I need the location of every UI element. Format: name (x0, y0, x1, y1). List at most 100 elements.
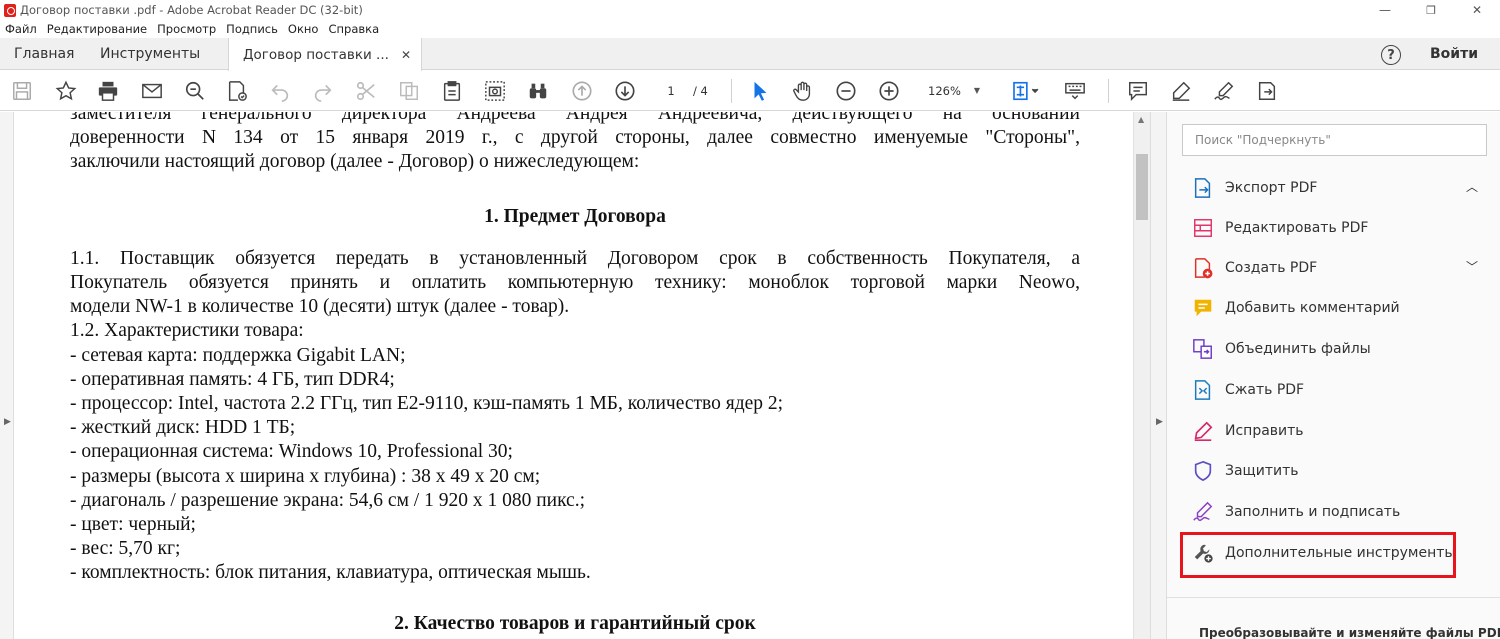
tab-document-label: Договор поставки ... (243, 46, 389, 63)
tool-add-comment[interactable]: Добавить комментарий (1181, 291, 1481, 325)
scroll-up-icon[interactable]: ▲ (1138, 115, 1144, 124)
snapshot-icon[interactable] (483, 79, 507, 103)
collapse-right-icon: ▶ (1156, 417, 1163, 427)
doc-spacer (70, 586, 1080, 612)
tools-promo-text: Преобразовывайте и изменяйте файлы PDF (1199, 626, 1500, 639)
tools-divider (1167, 597, 1500, 598)
tools-search-input[interactable]: Поиск "Подчеркнуть" (1182, 124, 1487, 156)
email-icon[interactable] (140, 79, 164, 103)
menu-sign[interactable]: Подпись (221, 22, 283, 36)
certificate-icon[interactable] (225, 79, 249, 103)
doc-line: 1.2. Характеристики товара: (70, 320, 304, 342)
doc-line: доверенности N 134 от 15 января 2019 г.,… (70, 127, 1080, 149)
hand-icon[interactable] (791, 79, 815, 103)
undo-icon[interactable] (268, 79, 292, 103)
highlight-box (1180, 532, 1456, 578)
shield-icon (1191, 459, 1215, 483)
menu-file[interactable]: Файл (0, 22, 42, 36)
tab-close-icon[interactable]: ✕ (401, 48, 411, 62)
share-icon[interactable] (1255, 79, 1279, 103)
keyboard-icon[interactable] (1063, 79, 1087, 103)
tool-label: Исправить (1225, 423, 1304, 439)
create-pdf-icon (1191, 256, 1215, 280)
zoom-in-icon[interactable] (877, 79, 901, 103)
tab-document[interactable]: Договор поставки ... ✕ (228, 38, 422, 71)
comment-icon[interactable] (1126, 79, 1150, 103)
next-page-icon[interactable] (613, 79, 637, 103)
doc-line: 1.1. Поставщик обязуется передать в уста… (70, 247, 1080, 269)
page-total: / 4 (693, 84, 708, 98)
page-number-input[interactable]: 1 (658, 82, 684, 100)
tab-tools[interactable]: Инструменты (100, 38, 200, 70)
toolbar-separator (1108, 79, 1109, 103)
doc-line: заместителя генерального директора Андре… (70, 112, 1080, 124)
document-view[interactable]: заместителя генерального директора Андре… (14, 112, 1133, 639)
left-panel-toggle[interactable]: ▶ (0, 112, 14, 639)
tool-label: Объединить файлы (1225, 341, 1371, 357)
sign-pen-icon[interactable] (1212, 79, 1236, 103)
doc-spacer (70, 229, 1080, 247)
tool-label: Редактировать PDF (1225, 220, 1369, 236)
title-bar: Договор поставки .pdf - Adobe Acrobat Re… (0, 0, 1500, 20)
doc-line: заключили настоящий договор (далее - Дог… (70, 151, 640, 173)
tool-protect[interactable]: Защитить (1181, 454, 1481, 488)
scroll-thumb[interactable] (1136, 154, 1148, 220)
doc-line: - диагональ / разрешение экрана: 54,6 см… (70, 489, 586, 511)
document-page: заместителя генерального директора Андре… (70, 112, 1080, 636)
help-icon[interactable]: ? (1381, 45, 1401, 65)
right-panel-toggle[interactable]: ▶ (1150, 112, 1167, 639)
zoom-out-icon[interactable] (834, 79, 858, 103)
tool-fill-sign[interactable]: Заполнить и подписать (1181, 495, 1481, 529)
chevron-up-icon[interactable]: ︿ (1466, 178, 1478, 195)
doc-line: - цвет: черный; (70, 514, 196, 536)
minimize-button[interactable]: — (1362, 0, 1408, 20)
tool-export-pdf[interactable]: Экспорт PDF (1181, 171, 1481, 205)
edit-pdf-icon (1191, 216, 1215, 240)
paste-icon[interactable] (440, 79, 464, 103)
doc-line: - операционная система: Windows 10, Prof… (70, 441, 513, 463)
fit-page-icon[interactable] (1007, 79, 1043, 103)
tab-bar: Главная Инструменты Договор поставки ...… (0, 38, 1500, 71)
highlight-pen-icon[interactable] (1169, 79, 1193, 103)
tool-edit-pdf[interactable]: Редактировать PDF (1181, 211, 1481, 245)
tool-label: Заполнить и подписать (1225, 504, 1401, 520)
tool-fix[interactable]: Исправить (1181, 414, 1481, 448)
menu-window[interactable]: Окно (283, 22, 324, 36)
prev-page-icon[interactable] (570, 79, 594, 103)
select-pointer-icon[interactable] (748, 79, 772, 103)
doc-line: - сетевая карта: поддержка Gigabit LAN; (70, 344, 406, 366)
tool-create-pdf[interactable]: Создать PDF (1181, 251, 1481, 285)
fill-sign-icon (1191, 500, 1215, 524)
comment-add-icon (1191, 296, 1215, 320)
menu-help[interactable]: Справка (323, 22, 384, 36)
doc-line: - вес: 5,70 кг; (70, 538, 181, 560)
acrobat-window: Договор поставки .pdf - Adobe Acrobat Re… (0, 0, 1500, 639)
tool-combine-files[interactable]: Объединить файлы (1181, 332, 1481, 366)
save-icon[interactable] (10, 79, 34, 103)
tool-label: Защитить (1225, 463, 1299, 479)
print-icon[interactable] (96, 79, 120, 103)
doc-line: модели NW-1 в количестве 10 (десяти) шту… (70, 296, 570, 318)
maximize-button[interactable]: ❐ (1408, 0, 1454, 20)
doc-line: - комплектность: блок питания, клавиатур… (70, 562, 591, 584)
tool-compress-pdf[interactable]: Сжать PDF (1181, 373, 1481, 407)
search-icon[interactable] (183, 79, 207, 103)
menu-view[interactable]: Просмотр (152, 22, 221, 36)
toolbar-separator (731, 79, 732, 103)
tab-home[interactable]: Главная (14, 38, 74, 70)
doc-line: Покупатель обязуется принять и оплатить … (70, 272, 1080, 294)
bookmark-star-icon[interactable] (54, 79, 78, 103)
tool-label: Сжать PDF (1225, 382, 1305, 398)
cut-icon[interactable] (354, 79, 378, 103)
close-window-button[interactable]: ✕ (1454, 0, 1500, 20)
redo-icon[interactable] (311, 79, 335, 103)
signin-button[interactable]: Войти (1430, 46, 1478, 62)
doc-spacer (70, 175, 1080, 205)
chevron-down-icon[interactable]: ﹀ (1466, 258, 1478, 275)
vertical-scrollbar[interactable]: ▲ (1133, 112, 1150, 639)
zoom-select[interactable]: 126% ▼ (922, 82, 984, 100)
binoculars-icon[interactable] (526, 79, 550, 103)
menu-edit[interactable]: Редактирование (42, 22, 152, 36)
doc-line: - процессор: Intel, частота 2.2 ГГц, тип… (70, 393, 784, 415)
copy-icon[interactable] (397, 79, 421, 103)
